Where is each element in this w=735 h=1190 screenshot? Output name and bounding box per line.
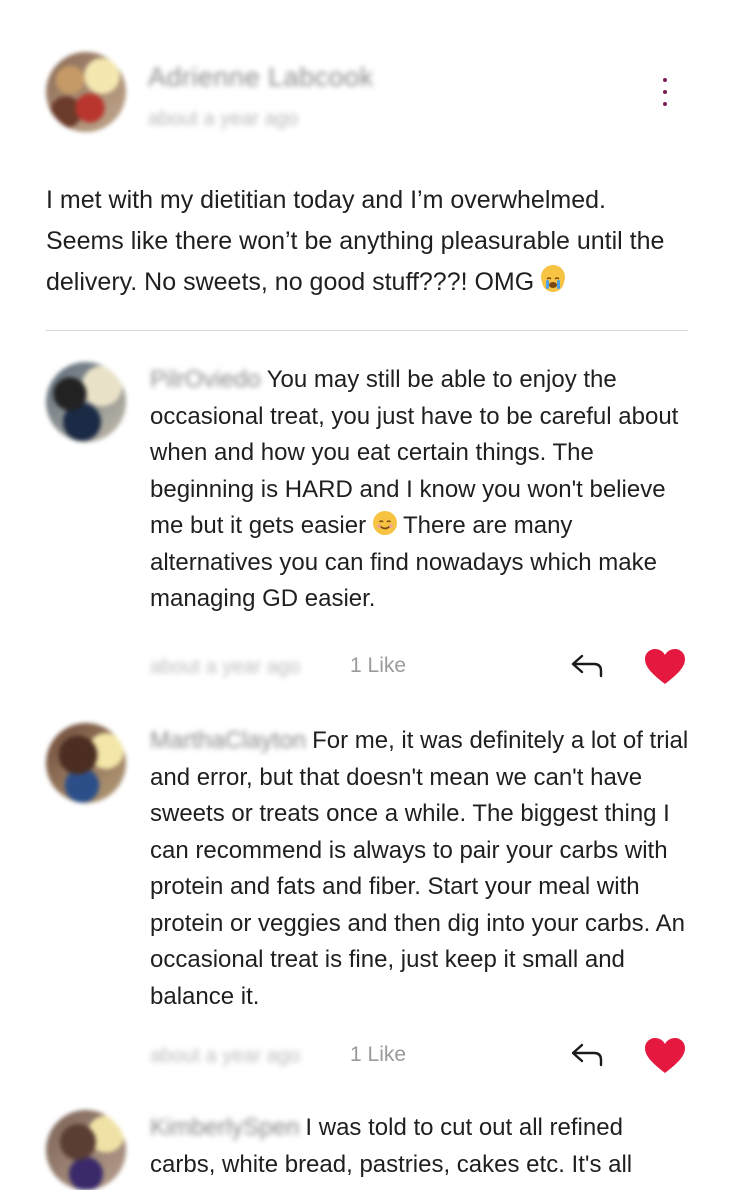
comment-text: MarthaClayton For me, it was definitely a…: [150, 723, 690, 1015]
commenter-avatar[interactable]: [46, 1110, 126, 1190]
heart-icon[interactable]: [644, 648, 686, 686]
commenter-name[interactable]: MarthaClayton: [150, 727, 306, 754]
comment-item: PilrOviedo You may still be able to enjoy…: [46, 362, 690, 692]
comment-item: KimberlySpen I was told to cut out all re…: [46, 1110, 690, 1190]
comment-meta: about a year ago 1 Like: [150, 648, 690, 688]
loudly-crying-face-emoji: [541, 265, 566, 292]
post-body: I met with my dietitian today and I’m ov…: [46, 180, 686, 303]
divider: [46, 330, 688, 331]
comment-text: KimberlySpen I was told to cut out all re…: [150, 1110, 690, 1183]
smiling-face-emoji: [372, 511, 397, 535]
commenter-name[interactable]: PilrOviedo: [150, 366, 261, 393]
post-timestamp: about a year ago: [148, 108, 299, 130]
comment-body: For me, it was definitely a lot of trial…: [150, 727, 689, 1010]
commenter-avatar[interactable]: [46, 362, 126, 442]
commenter-avatar[interactable]: [46, 723, 126, 803]
author-name[interactable]: Adrienne Labcook: [148, 62, 374, 93]
like-count[interactable]: 1 Like: [350, 654, 406, 678]
reply-icon[interactable]: [568, 648, 608, 684]
post-text: I met with my dietitian today and I’m ov…: [46, 186, 665, 296]
reply-icon[interactable]: [568, 1037, 608, 1073]
comment-timestamp: about a year ago: [150, 1045, 301, 1067]
comment-item: MarthaClayton For me, it was definitely a…: [46, 723, 690, 1093]
comment-meta: about a year ago 1 Like: [150, 1037, 690, 1077]
like-count[interactable]: 1 Like: [350, 1043, 406, 1067]
comment-text: PilrOviedo You may still be able to enjoy…: [150, 362, 690, 618]
more-options-icon[interactable]: [660, 78, 670, 112]
author-avatar[interactable]: [46, 52, 126, 132]
heart-icon[interactable]: [644, 1037, 686, 1075]
post-header: Adrienne Labcook about a year ago: [46, 52, 690, 134]
commenter-name[interactable]: KimberlySpen: [150, 1114, 299, 1141]
comment-timestamp: about a year ago: [150, 656, 301, 678]
